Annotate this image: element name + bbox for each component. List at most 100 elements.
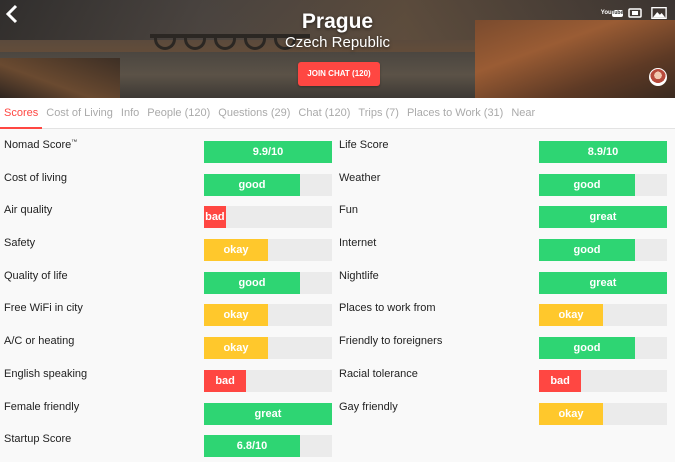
score-label: Quality of life bbox=[4, 269, 68, 282]
score-label: Gay friendly bbox=[339, 400, 398, 413]
tab-places-to-work-31[interactable]: Places to Work (31) bbox=[403, 98, 507, 129]
score-row: Weather good bbox=[335, 163, 675, 196]
score-row: Gay friendly okay bbox=[335, 392, 675, 425]
score-bar-fill: bad bbox=[204, 206, 226, 229]
score-label: Weather bbox=[339, 171, 381, 184]
tab-info[interactable]: Info bbox=[117, 98, 143, 129]
score-label: Startup Score bbox=[4, 433, 72, 446]
tab-trips-7[interactable]: Trips (7) bbox=[354, 98, 403, 129]
score-label: Nightlife bbox=[339, 269, 379, 282]
tab-scores[interactable]: Scores bbox=[0, 98, 43, 129]
score-label: Nomad Score™ bbox=[4, 139, 78, 151]
score-label: Fun bbox=[339, 204, 358, 217]
score-row: Fun great bbox=[335, 195, 675, 229]
score-bar-fill: good bbox=[539, 173, 635, 196]
score-bar[interactable]: okay bbox=[539, 402, 667, 425]
score-bar-fill: good bbox=[539, 239, 635, 262]
hero-rooftops-left bbox=[0, 58, 120, 98]
score-row: A/C or heating okay bbox=[0, 326, 335, 360]
score-label: A/C or heating bbox=[4, 335, 75, 348]
scores-column-left: Nomad Score™ 9.9/10 Cost of living good Air … bbox=[0, 130, 335, 458]
score-row: Racial tolerance bad bbox=[335, 359, 675, 392]
city-tabs: Scores Cost of Living Info People (120) Ques… bbox=[0, 98, 675, 129]
score-label: Places to work from bbox=[339, 302, 436, 315]
score-bar-fill: bad bbox=[204, 369, 247, 392]
tab-people-120[interactable]: People (120) bbox=[143, 98, 214, 129]
score-bar-fill: good bbox=[204, 173, 300, 196]
tab-questions-29[interactable]: Questions (29) bbox=[214, 98, 294, 129]
score-bar-fill: okay bbox=[204, 337, 268, 360]
score-bar[interactable]: good bbox=[539, 337, 667, 360]
scores-panel: Nomad Score™ 9.9/10 Cost of living good Air … bbox=[0, 130, 675, 462]
score-bar-fill: okay bbox=[204, 304, 268, 327]
score-bar-fill: 6.8/10 bbox=[204, 435, 300, 458]
score-label: Free WiFi in city bbox=[4, 302, 83, 315]
score-bar-fill: 8.9/10 bbox=[539, 141, 667, 163]
youtube-icon[interactable]: You Tube bbox=[601, 5, 624, 21]
score-bar[interactable]: bad bbox=[204, 369, 332, 392]
score-row: Places to work from okay bbox=[335, 293, 675, 327]
score-row: Life Score 8.9/10 bbox=[335, 130, 675, 163]
tab-cost-of-living[interactable]: Cost of Living bbox=[42, 98, 117, 129]
score-row: Air quality bad bbox=[0, 195, 335, 229]
score-row: Internet good bbox=[335, 228, 675, 262]
score-bar[interactable]: okay bbox=[539, 304, 667, 327]
score-bar[interactable]: great bbox=[539, 206, 667, 229]
score-bar[interactable]: good bbox=[204, 271, 332, 294]
youtube-logo-text-bottom: Tube bbox=[611, 9, 624, 17]
score-row: Quality of life good bbox=[0, 261, 335, 294]
score-bar[interactable]: 6.8/10 bbox=[204, 435, 332, 458]
scores-column-right: Life Score 8.9/10 Weather good Fun great Inter… bbox=[335, 130, 675, 425]
video-icon[interactable] bbox=[627, 5, 643, 21]
score-label: Friendly to foreigners bbox=[339, 335, 443, 348]
user-avatar[interactable] bbox=[649, 68, 667, 86]
score-label: Safety bbox=[4, 237, 36, 250]
join-chat-button[interactable]: JOIN CHAT (120) bbox=[298, 62, 380, 86]
score-bar-fill: great bbox=[539, 271, 667, 294]
score-row: Cost of living good bbox=[0, 163, 335, 196]
score-bar[interactable]: good bbox=[539, 239, 667, 262]
youtube-logo-text-top: You bbox=[600, 9, 612, 16]
score-row: English speaking bad bbox=[0, 359, 335, 392]
tab-chat-120[interactable]: Chat (120) bbox=[294, 98, 354, 129]
score-bar-fill: 9.9/10 bbox=[204, 141, 332, 163]
score-label: Racial tolerance bbox=[339, 367, 418, 380]
score-label: Air quality bbox=[4, 204, 53, 217]
photo-icon[interactable] bbox=[651, 5, 667, 21]
score-bar[interactable]: okay bbox=[204, 337, 332, 360]
score-row: Startup Score 6.8/10 bbox=[0, 424, 335, 458]
tab-near[interactable]: Near bbox=[507, 98, 539, 129]
score-bar[interactable]: okay bbox=[204, 239, 332, 262]
city-hero-banner: Prague Czech Republic JOIN CHAT (120) Yo… bbox=[0, 0, 675, 98]
score-bar[interactable]: good bbox=[204, 173, 332, 196]
score-row: Nightlife great bbox=[335, 261, 675, 294]
score-label: Internet bbox=[339, 237, 377, 250]
country-name: Czech Republic bbox=[284, 34, 391, 51]
score-bar[interactable]: okay bbox=[204, 304, 332, 327]
score-label: Female friendly bbox=[4, 400, 80, 413]
score-row: Nomad Score™ 9.9/10 bbox=[0, 130, 335, 163]
score-row: Friendly to foreigners good bbox=[335, 326, 675, 360]
score-row: Female friendly great bbox=[0, 392, 335, 425]
score-bar-fill: good bbox=[204, 271, 300, 294]
score-bar-fill: okay bbox=[204, 239, 268, 262]
score-label: Life Score bbox=[339, 139, 389, 151]
score-bar[interactable]: great bbox=[204, 402, 332, 425]
city-name: Prague bbox=[301, 10, 374, 33]
score-bar-fill: okay bbox=[539, 402, 603, 425]
score-bar-fill: okay bbox=[539, 304, 603, 327]
score-bar[interactable]: bad bbox=[539, 369, 667, 392]
score-bar[interactable]: 8.9/10 bbox=[539, 141, 667, 163]
score-bar-fill: great bbox=[204, 402, 332, 425]
score-bar[interactable]: bad bbox=[204, 206, 332, 229]
score-row: Free WiFi in city okay bbox=[0, 293, 335, 327]
score-row: Safety okay bbox=[0, 228, 335, 262]
score-bar-fill: bad bbox=[539, 369, 582, 392]
score-bar-fill: good bbox=[539, 337, 635, 360]
top-icon-bar: You Tube bbox=[601, 5, 667, 21]
score-bar[interactable]: great bbox=[539, 271, 667, 294]
score-bar[interactable]: 9.9/10 bbox=[204, 141, 332, 163]
score-bar-fill: great bbox=[539, 206, 667, 229]
score-bar[interactable]: good bbox=[539, 173, 667, 196]
score-label: English speaking bbox=[4, 367, 88, 380]
